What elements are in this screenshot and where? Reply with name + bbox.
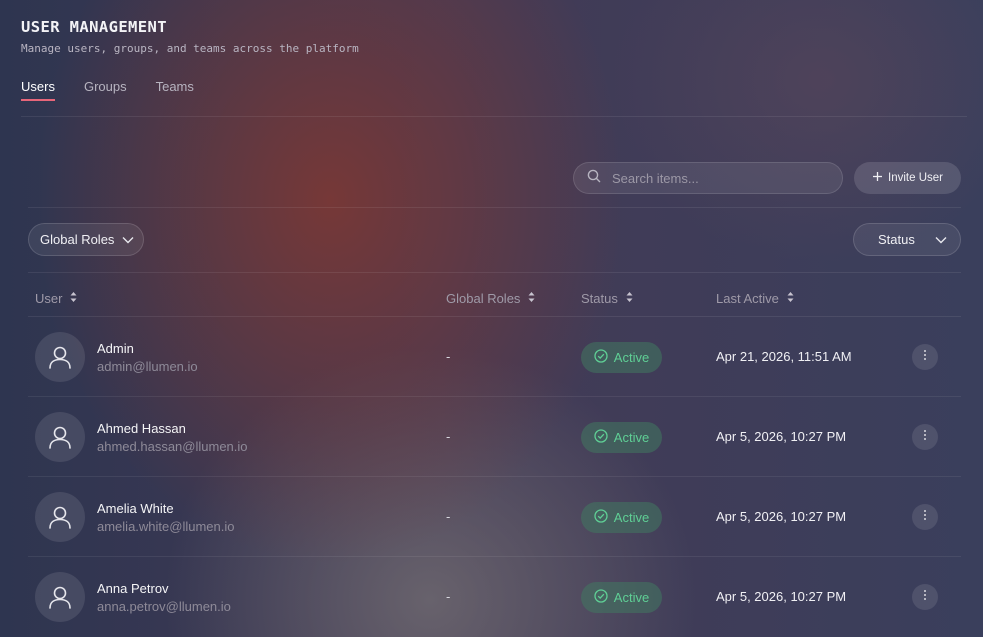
status-badge: Active [581,342,662,373]
user-name: Admin [97,341,134,356]
user-email: ahmed.hassan@llumen.io [97,439,248,454]
user-name: Anna Petrov [97,581,169,596]
status-badge: Active [581,502,662,533]
check-circle-icon [594,349,608,366]
global-roles-filter[interactable]: Global Roles [28,223,144,256]
row-menu-button[interactable] [912,424,938,450]
filter-divider [28,272,961,273]
invite-user-button[interactable]: Invite User [854,162,961,194]
check-circle-icon [594,589,608,606]
column-header-label: User [35,291,63,306]
status-label: Active [613,430,650,445]
table-row[interactable]: Anna Petrov anna.petrov@llumen.io - Acti… [28,557,961,637]
status-filter-label: Status [878,232,915,247]
user-email: admin@llumen.io [97,359,198,374]
global-roles-value: - [446,349,451,364]
sort-icon [528,291,535,306]
more-vertical-icon [923,428,927,446]
user-avatar-icon [35,572,85,622]
global-roles-filter-label: Global Roles [40,232,115,247]
plus-icon [872,171,883,185]
search-box[interactable] [573,162,843,194]
sort-icon [626,291,633,306]
row-menu-button[interactable] [912,584,938,610]
last-active-value: Apr 5, 2026, 10:27 PM [716,429,847,444]
column-header-status[interactable]: Status [581,291,633,306]
row-menu-button[interactable] [912,344,938,370]
more-vertical-icon [923,588,927,606]
page-header: USER MANAGEMENT Manage users, groups, an… [21,18,359,55]
column-header-label: Global Roles [446,291,521,306]
more-vertical-icon [923,508,927,526]
toolbar-divider [28,207,961,208]
user-avatar-icon [35,492,85,542]
check-circle-icon [594,429,608,446]
last-active-value: Apr 21, 2026, 11:51 AM [716,349,852,364]
user-name: Amelia White [97,501,174,516]
status-badge: Active [581,582,662,613]
user-email: anna.petrov@llumen.io [97,599,231,614]
global-roles-value: - [446,589,451,604]
check-circle-icon [594,509,608,526]
global-roles-value: - [446,509,451,524]
tab-teams[interactable]: Teams [156,79,194,101]
column-header-last-active[interactable]: Last Active [716,291,794,306]
global-roles-value: - [446,429,451,444]
tab-users[interactable]: Users [21,79,55,101]
status-label: Active [613,350,650,365]
user-avatar-icon [35,332,85,382]
status-filter[interactable]: Status [853,223,961,256]
status-label: Active [613,510,650,525]
search-icon [587,169,601,188]
tabs-divider [21,116,967,117]
status-label: Active [613,590,650,605]
sort-icon [787,291,794,306]
invite-user-label: Invite User [888,172,943,184]
column-header-global-roles[interactable]: Global Roles [446,291,535,306]
column-header-label: Last Active [716,291,779,306]
row-menu-button[interactable] [912,504,938,530]
more-vertical-icon [923,348,927,366]
user-name: Ahmed Hassan [97,421,186,436]
column-header-user[interactable]: User [35,291,77,306]
chevron-down-icon [935,232,947,247]
status-badge: Active [581,422,662,453]
last-active-value: Apr 5, 2026, 10:27 PM [716,589,847,604]
last-active-value: Apr 5, 2026, 10:27 PM [716,509,847,524]
search-input[interactable] [610,169,834,187]
user-email: amelia.white@llumen.io [97,519,235,534]
sort-icon [70,291,77,306]
table-row[interactable]: Ahmed Hassan ahmed.hassan@llumen.io - Ac… [28,397,961,477]
tab-bar: Users Groups Teams [21,79,194,101]
table-row[interactable]: Amelia White amelia.white@llumen.io - Ac… [28,477,961,557]
chevron-down-icon [122,232,134,247]
table-row[interactable]: Admin admin@llumen.io - Active Apr 21, 2… [28,317,961,397]
user-avatar-icon [35,412,85,462]
page-title: USER MANAGEMENT [21,18,167,36]
column-header-label: Status [581,291,618,306]
page-subtitle: Manage users, groups, and teams across t… [21,42,359,55]
tab-groups[interactable]: Groups [84,79,127,101]
